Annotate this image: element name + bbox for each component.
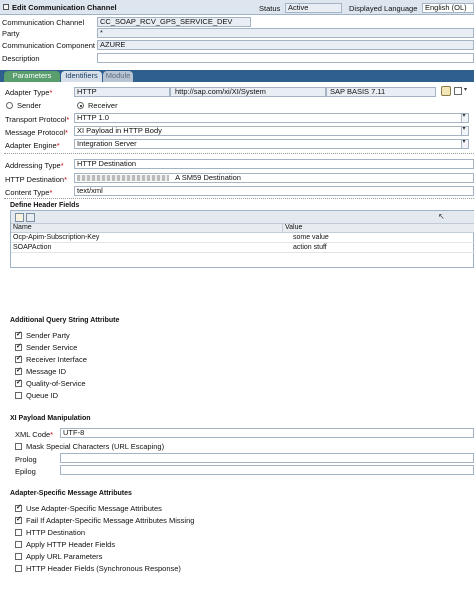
table-row[interactable]: Ocp-Apim-Subscription-Key some value <box>11 234 474 243</box>
epilog-field[interactable] <box>60 465 474 475</box>
use-asma-checkbox[interactable] <box>15 503 22 512</box>
add-row-icon[interactable] <box>15 213 24 222</box>
chevron-down-icon[interactable]: ▾ <box>464 86 467 93</box>
http-destination-label: HTTP Destination* <box>5 175 67 184</box>
epilog-label: Epilog <box>15 467 36 476</box>
column-header-name[interactable]: Name <box>11 224 283 233</box>
table-cell-value[interactable]: action stuff <box>291 244 471 252</box>
xml-code-label: XML Code* <box>15 430 54 439</box>
sender-label: Sender <box>17 101 42 110</box>
component-field[interactable]: AZURE <box>97 40 474 50</box>
status-field: Active <box>285 3 342 13</box>
apply-url-params-label: Apply URL Parameters <box>26 552 103 561</box>
header-fields-table: ↖ Name Value Ocp-Apim-Subscription-Key s… <box>10 210 474 268</box>
quality-of-service-checkbox[interactable] <box>15 378 22 387</box>
party-field[interactable]: * <box>97 28 474 38</box>
receiver-interface-checkbox[interactable] <box>15 354 22 363</box>
query-string-title: Additional Query String Attribute <box>10 317 120 324</box>
channel-field[interactable]: CC_SOAP_RCV_GPS_SERVICE_DEV <box>97 17 251 27</box>
http-destination-asma-label: HTTP Destination <box>26 528 86 537</box>
prolog-label: Prolog <box>15 455 37 464</box>
channel-header: Communication Channel CC_SOAP_RCV_GPS_SE… <box>0 15 474 68</box>
table-cell-name[interactable]: SOAPAction <box>11 244 283 252</box>
receiver-label: Receiver <box>88 101 118 110</box>
queue-id-label: Queue ID <box>26 391 59 400</box>
description-label: Description <box>2 54 40 63</box>
apply-header-fields-label: Apply HTTP Header Fields <box>26 540 116 549</box>
table-toolbar: ↖ <box>11 211 474 224</box>
transport-protocol-select[interactable]: HTTP 1.0 <box>74 113 469 123</box>
redacted-text <box>77 175 169 181</box>
tab-module[interactable]: Module <box>103 71 133 82</box>
transport-protocol-label: Transport Protocol* <box>5 115 70 124</box>
column-header-value[interactable]: Value <box>283 224 474 233</box>
dropdown-icon[interactable] <box>461 125 468 135</box>
channel-label: Communication Channel <box>2 18 85 27</box>
apply-header-fields-checkbox[interactable] <box>15 541 22 548</box>
document-icon <box>3 4 9 10</box>
delete-row-icon[interactable] <box>26 213 35 222</box>
tab-strip: Parameters Identifiers Module <box>0 70 474 82</box>
adapter-engine-select[interactable]: Integration Server <box>74 139 469 149</box>
message-protocol-label: Message Protocol* <box>5 128 68 137</box>
window-title: Edit Communication Channel <box>12 3 117 12</box>
content-type-field[interactable]: text/xml <box>74 186 474 196</box>
payload-title: XI Payload Manipulation <box>10 415 91 422</box>
sender-radio[interactable] <box>6 102 13 109</box>
table-row[interactable]: SOAPAction action stuff <box>11 244 474 253</box>
mask-special-label: Mask Special Characters (URL Escaping) <box>26 442 165 451</box>
prolog-field[interactable] <box>60 453 474 463</box>
adapter-version-field: SAP BASIS 7.11 <box>326 87 436 97</box>
receiver-radio[interactable] <box>77 102 84 109</box>
status-label: Status <box>259 4 281 13</box>
use-asma-label: Use Adapter-Specific Message Attributes <box>26 504 162 513</box>
tab-parameters[interactable]: Parameters <box>4 71 60 82</box>
fail-if-missing-checkbox[interactable] <box>15 515 22 524</box>
adapter-type-label: Adapter Type* <box>5 88 53 97</box>
content-type-label: Content Type* <box>5 188 53 197</box>
table-cell-value[interactable]: some value <box>291 234 471 242</box>
description-field[interactable] <box>97 53 474 63</box>
adapter-type-field[interactable]: HTTP <box>74 87 170 97</box>
party-label: Party <box>2 29 20 38</box>
sender-party-checkbox[interactable] <box>15 330 22 339</box>
addressing-type-select[interactable]: HTTP Destination <box>74 159 474 169</box>
http-destination-value: A SM59 Destination <box>175 173 241 182</box>
receiver-interface-label: Receiver Interface <box>26 355 87 364</box>
fail-if-missing-label: Fail If Adapter-Specific Message Attribu… <box>26 516 195 525</box>
dropdown-icon[interactable] <box>461 138 468 148</box>
divider <box>4 153 474 154</box>
sender-party-label: Sender Party <box>26 331 70 340</box>
queue-id-checkbox[interactable] <box>15 392 22 399</box>
apply-url-params-checkbox[interactable] <box>15 553 22 560</box>
quality-of-service-label: Quality-of-Service <box>26 379 86 388</box>
tab-identifiers[interactable]: Identifiers <box>61 71 102 82</box>
header-fields-sync-label: HTTP Header Fields (Synchronous Response… <box>26 564 181 573</box>
table-cell-name[interactable]: Ocp-Apim-Subscription-Key <box>11 234 283 242</box>
mask-special-checkbox[interactable] <box>15 443 22 450</box>
message-id-label: Message ID <box>26 367 67 376</box>
addressing-type-label: Addressing Type* <box>5 161 64 170</box>
component-label: Communication Component <box>2 41 95 50</box>
divider <box>4 198 474 199</box>
dropdown-icon[interactable] <box>461 112 468 122</box>
copy-icon[interactable] <box>454 87 462 95</box>
language-label: Displayed Language <box>349 4 418 13</box>
table-row-empty[interactable] <box>11 254 474 263</box>
language-select[interactable]: English (OL) <box>422 3 474 13</box>
xml-code-field[interactable]: UTF-8 <box>60 428 474 438</box>
sender-service-checkbox[interactable] <box>15 342 22 351</box>
message-protocol-select[interactable]: XI Payload in HTTP Body <box>74 126 469 136</box>
value-help-icon[interactable] <box>441 86 451 96</box>
adapter-namespace-field: http://sap.com/xi/XI/System <box>170 87 326 97</box>
mouse-cursor-icon: ↖ <box>438 212 445 221</box>
http-destination-field[interactable]: A SM59 Destination <box>74 173 474 183</box>
header-fields-sync-checkbox[interactable] <box>15 565 22 572</box>
sender-service-label: Sender Service <box>26 343 78 352</box>
adapter-engine-label: Adapter Engine* <box>5 141 60 150</box>
http-destination-checkbox[interactable] <box>15 529 22 536</box>
asma-title: Adapter-Specific Message Attributes <box>10 490 132 497</box>
header-fields-title: Define Header Fields <box>10 202 80 209</box>
message-id-checkbox[interactable] <box>15 366 22 375</box>
